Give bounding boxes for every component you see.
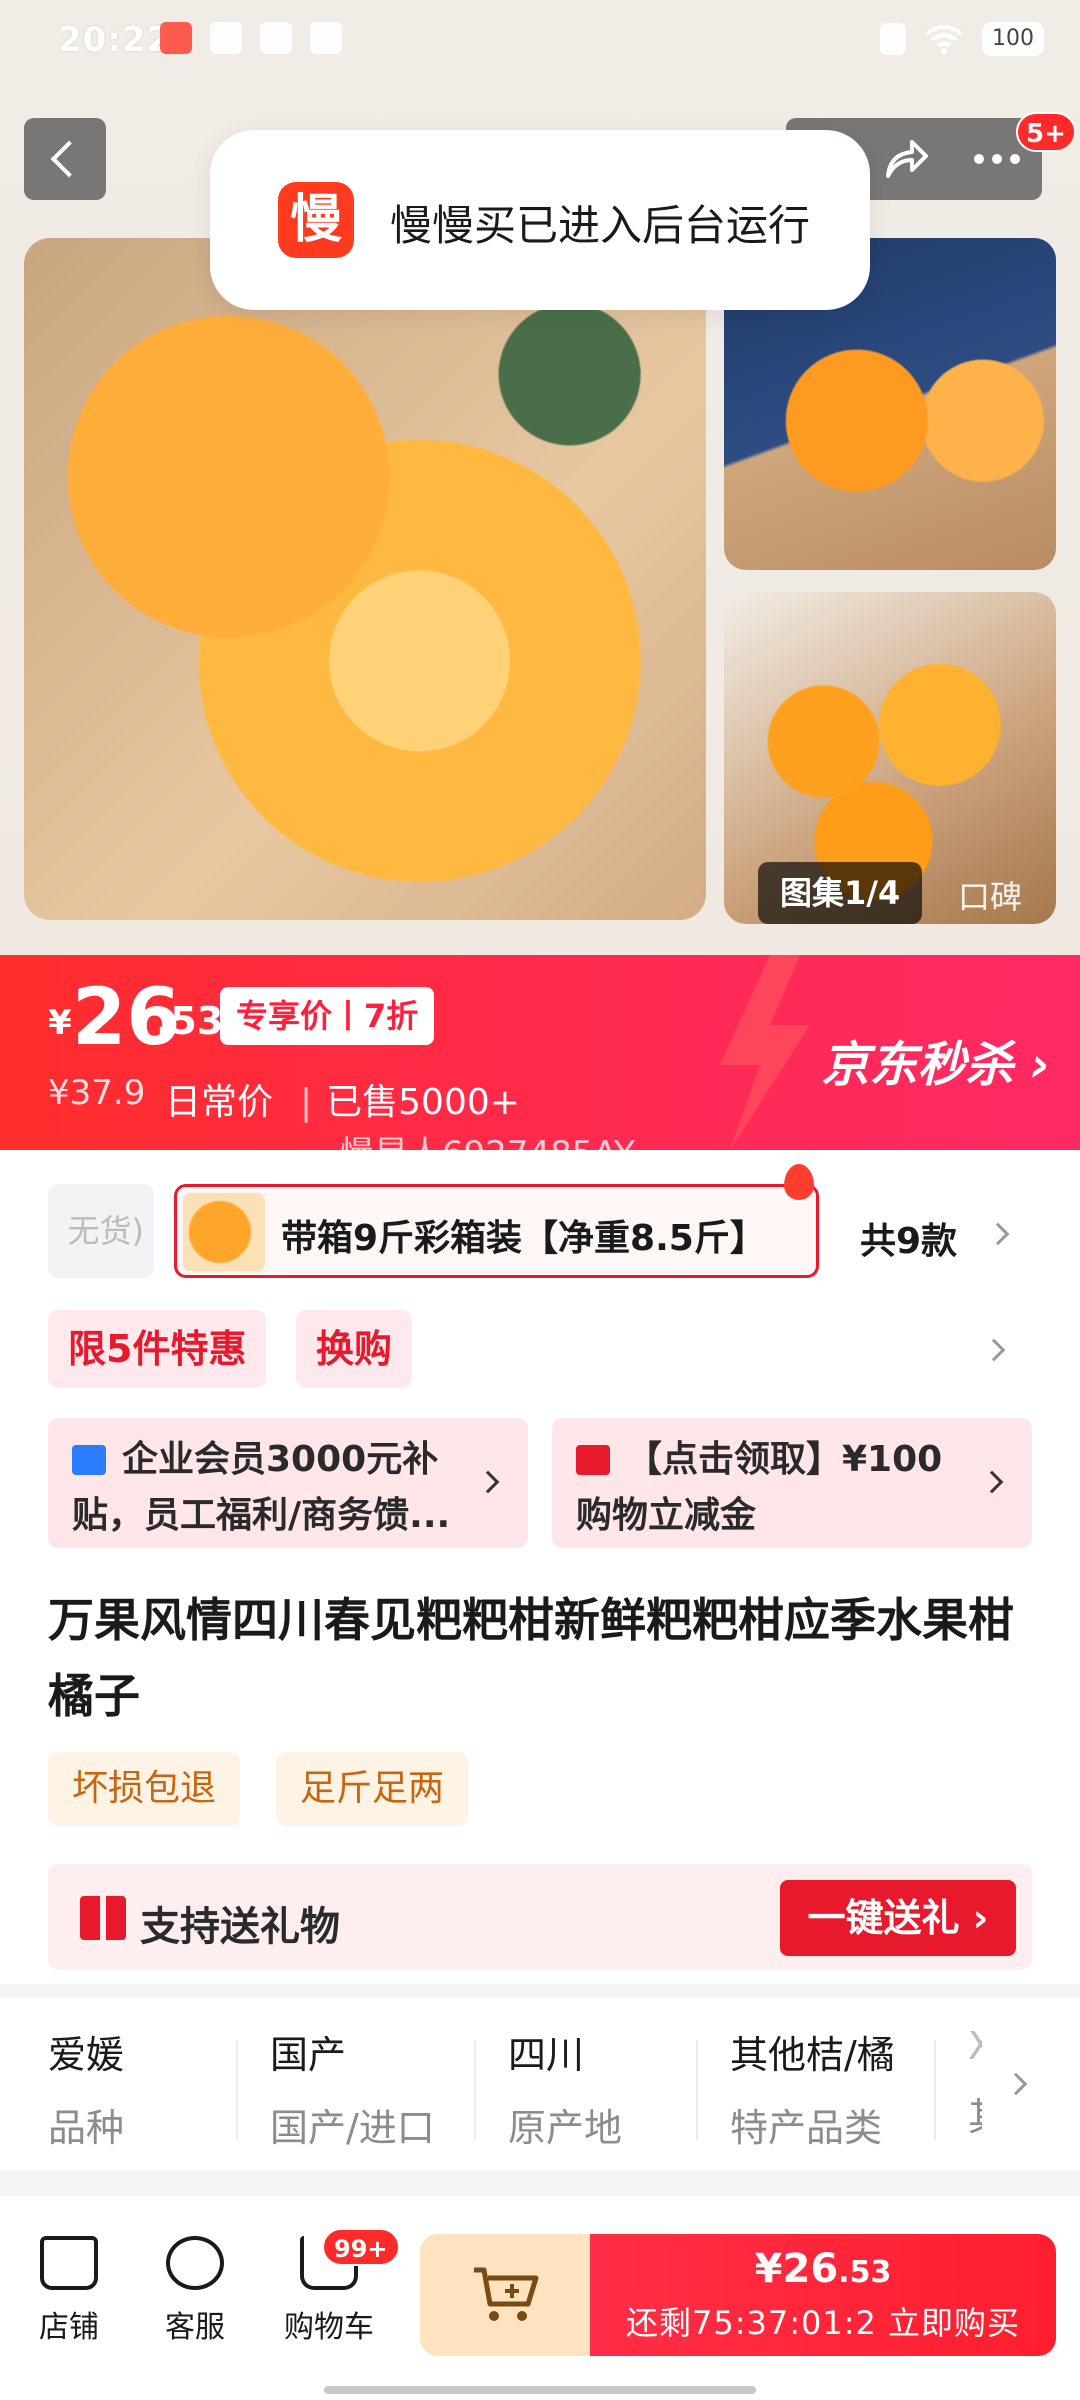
price-decimal: .53 [156, 999, 224, 1043]
spec-key: 其 [968, 2086, 982, 2141]
spec-value: X [968, 2024, 982, 2068]
coupon-credit-text: 【点击领取】¥100购物立减金 [576, 1432, 976, 1544]
more-icon[interactable] [972, 146, 1022, 172]
feature-tag-weight: 足斤足两 [276, 1752, 469, 1826]
status-time: 20:22 [58, 20, 172, 60]
chat-face-icon [166, 2236, 224, 2290]
coupon-enterprise-text: 企业会员3000元补贴，员工福利/商务馈... [72, 1432, 472, 1544]
promo-price-tag: 专享价丨7折 [220, 987, 435, 1045]
product-title: 万果风情四川春见粑粑柑新鲜粑粑柑应季水果柑橘子 [48, 1593, 1014, 1723]
original-price-label: 日常价 [165, 1082, 274, 1123]
spec-value: 其他桔/橘 [730, 2033, 895, 2077]
back-button[interactable] [24, 118, 106, 200]
variant-thumbnail [183, 1193, 265, 1271]
variant-option-selected[interactable]: 带箱9斤彩箱装【净重8.5斤】 [174, 1184, 819, 1278]
cart-badge: 99+ [322, 2228, 400, 2266]
variant-selector: 无货) 带箱9斤彩箱装【净重8.5斤】 共9款 [0, 1150, 1080, 1290]
book-icon [210, 22, 242, 54]
chevron-right-icon [980, 1470, 1004, 1494]
section-divider [0, 2170, 1080, 2196]
gift-icon [80, 1896, 126, 1940]
app-notification-icon [160, 22, 192, 54]
gift-row: 支持送礼物 一键送礼 › [48, 1864, 1032, 1970]
spec-separator [236, 2040, 238, 2140]
send-gift-button[interactable]: 一键送礼 › [780, 1880, 1016, 1956]
battery-indicator: 100 [982, 22, 1044, 56]
jd-seckill-link[interactable]: 京东秒杀 › [822, 1025, 1051, 1095]
wifi-icon [924, 25, 964, 54]
shop-icon [40, 2236, 98, 2290]
nav-cart-label: 购物车 [284, 2310, 374, 2345]
reviews-link[interactable]: 口碑 [958, 872, 1022, 918]
gallery-counter[interactable]: 图集1/4 [758, 862, 923, 924]
membership-icon [72, 1445, 106, 1475]
home-indicator[interactable] [324, 2386, 756, 2394]
status-right: 100 [880, 22, 1044, 56]
section-divider [0, 1984, 1080, 1998]
status-bar: 20:22 100 [0, 0, 1080, 80]
coupon-enterprise-label: 企业会员3000元补贴，员工福利/商务馈... [72, 1439, 451, 1536]
spec-more[interactable]: X其 [968, 2024, 982, 2141]
spec-key: 品种 [48, 2106, 125, 2150]
nav-shop-label: 店铺 [39, 2310, 99, 2345]
sold-count: 已售5000+ [300, 1073, 520, 1125]
price-currency: ¥ [48, 1003, 72, 1043]
gift-text: 支持送礼物 [140, 1904, 340, 1950]
variant-count[interactable]: 共9款 [860, 1212, 957, 1264]
buy-price: ¥26.53 [590, 2246, 1056, 2292]
deal-tag-exchange[interactable]: 换购 [296, 1310, 413, 1388]
variant-option-prev[interactable]: 无货) [48, 1184, 154, 1278]
add-to-cart-button[interactable] [420, 2234, 590, 2356]
background-toast: 慢 慢慢买已进入后台运行 [210, 130, 870, 310]
nav-service-label: 客服 [165, 2310, 225, 2345]
coupon-enterprise[interactable]: 企业会员3000元补贴，员工福利/商务馈... [48, 1418, 528, 1548]
spec-origin-type[interactable]: 国产国产/进口 [270, 2024, 435, 2152]
bottom-action-bar: 店铺 客服 购物车 99+ ¥26.53 还剩75:37:01:2 立即购买 [0, 2196, 1080, 2400]
spec-value: 四川 [508, 2033, 585, 2077]
spec-category[interactable]: 其他桔/橘特产品类 [730, 2024, 895, 2152]
buy-now-button[interactable]: ¥26.53 还剩75:37:01:2 立即购买 [590, 2234, 1056, 2356]
spec-value: 国产 [270, 2033, 347, 2077]
crown-icon [260, 22, 292, 54]
spec-separator [474, 2040, 476, 2140]
buy-price-int: ¥26 [754, 2246, 839, 2292]
silent-icon [880, 23, 906, 55]
add-cart-icon [474, 2267, 539, 2321]
deals-chevron-icon[interactable] [982, 1338, 1006, 1362]
chevron-right-icon [476, 1470, 500, 1494]
spec-key: 特产品类 [730, 2106, 883, 2150]
coupon-shopping-credit[interactable]: 【点击领取】¥100购物立减金 [552, 1418, 1032, 1548]
variant-label: 带箱9斤彩箱装【净重8.5斤】 [281, 1218, 766, 1259]
manmanmai-app-icon: 慢 [278, 182, 354, 258]
spec-key: 原产地 [508, 2106, 623, 2150]
coupon-credit-label: 【点击领取】¥100购物立减金 [576, 1439, 943, 1536]
original-price: ¥37.9 [48, 1073, 146, 1113]
spec-origin[interactable]: 四川 原产地 [508, 2024, 622, 2152]
spec-key: 国产/进口 [270, 2106, 435, 2150]
buy-countdown: 还剩75:37:01:2 立即购买 [625, 2304, 1021, 2342]
product-main-image[interactable] [24, 238, 706, 920]
spec-separator [934, 2040, 936, 2140]
spec-value: 爱媛 [48, 2033, 125, 2077]
spec-variety[interactable]: 爱媛 品种 [48, 2024, 124, 2152]
lightning-icon [720, 955, 810, 1150]
message-badge: 5+ [1016, 112, 1076, 152]
feature-tag-return: 坏损包退 [48, 1752, 241, 1826]
price-banner: ¥ 26 .53 专享价丨7折 ¥37.9 日常价 已售5000+ 京东秒杀 › [0, 955, 1080, 1150]
toast-message: 慢慢买已进入后台运行 [390, 201, 811, 250]
nav-service[interactable]: 客服 [140, 2236, 250, 2346]
card-icon [576, 1445, 610, 1475]
spec-separator [696, 2040, 698, 2140]
buy-price-dec: .53 [838, 2255, 892, 2290]
status-app-icons [160, 22, 342, 54]
specs-chevron-icon[interactable] [1004, 2072, 1028, 2096]
fire-icon [784, 1164, 814, 1200]
deal-tag-limit[interactable]: 限5件特惠 [48, 1310, 267, 1388]
chevron-right-icon[interactable] [986, 1222, 1010, 1246]
share-icon[interactable] [882, 136, 930, 182]
nav-shop[interactable]: 店铺 [14, 2236, 124, 2346]
sim-icon [310, 22, 342, 54]
